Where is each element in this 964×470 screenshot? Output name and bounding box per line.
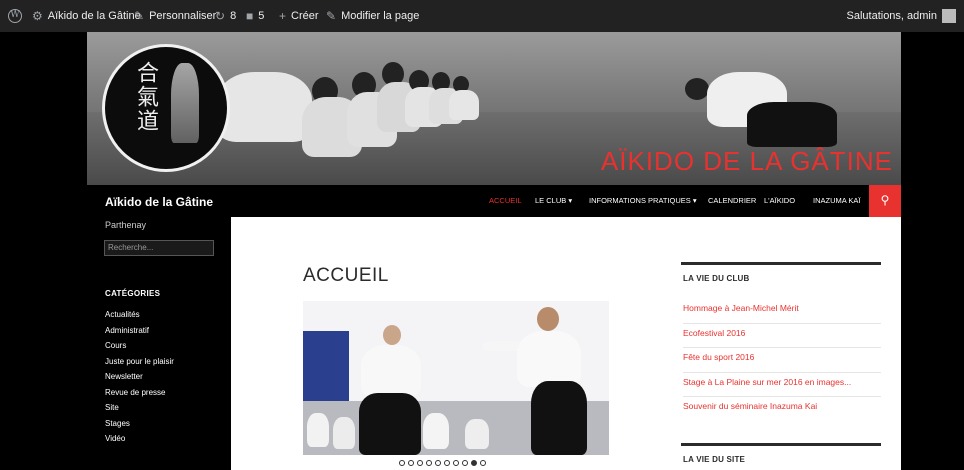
chevron-down-icon: ▾ xyxy=(568,196,573,205)
category-link[interactable]: Site xyxy=(105,400,174,416)
nav-item-calendrier[interactable]: CALENDRIER xyxy=(708,185,756,217)
dashboard-icon: ⚙ xyxy=(32,9,43,23)
pencil-icon: ✎ xyxy=(326,9,337,23)
widget-title-club: LA VIE DU CLUB xyxy=(683,274,750,283)
club-posts-list: Hommage à Jean-Michel Mérit Ecofestival … xyxy=(683,299,881,422)
slider-dot[interactable] xyxy=(471,460,477,466)
page-title: ACCUEIL xyxy=(303,265,389,286)
brush-icon: ✎ xyxy=(134,9,145,23)
new-label: Créer xyxy=(291,10,319,22)
category-link[interactable]: Administratif xyxy=(105,323,174,339)
slide-person xyxy=(361,345,421,397)
post-link[interactable]: Ecofestival 2016 xyxy=(683,324,881,348)
slide-spectator xyxy=(307,413,329,447)
slide-person xyxy=(517,331,581,387)
customize-label: Personnaliser xyxy=(149,10,217,22)
edit-label: Modifier la page xyxy=(341,10,420,22)
plus-icon: + xyxy=(279,9,287,23)
post-link[interactable]: Souvenir du séminaire Inazuma Kai xyxy=(683,397,881,422)
category-link[interactable]: Cours xyxy=(105,338,174,354)
header-title: AÏKIDO DE LA GÂTINE xyxy=(600,146,893,176)
wordpress-icon: W xyxy=(8,9,22,23)
nav-item-aikido[interactable]: L'AÏKIDO xyxy=(764,185,795,217)
adminbar-updates[interactable]: ↻ 8 xyxy=(215,0,236,32)
chevron-down-icon: ▾ xyxy=(692,196,697,205)
slider-dot[interactable] xyxy=(435,460,441,466)
slide-spectator xyxy=(333,417,355,449)
slider-dot[interactable] xyxy=(453,460,459,466)
widget-divider xyxy=(681,262,881,265)
category-link[interactable]: Stages xyxy=(105,416,174,432)
greeting-label: Salutations, admin xyxy=(846,10,938,22)
comment-icon: ■ xyxy=(246,9,254,23)
nav-label: LE CLUB xyxy=(535,196,567,205)
header-teacher-hakama xyxy=(747,102,837,147)
slide-person-hakama xyxy=(359,393,421,455)
adminbar-comments[interactable]: ■ 5 xyxy=(246,0,264,32)
slider-dot[interactable] xyxy=(408,460,414,466)
nav-label: L'AÏKIDO xyxy=(764,196,796,205)
slider-dot[interactable] xyxy=(417,460,423,466)
adminbar-edit-page[interactable]: ✎ Modifier la page xyxy=(326,0,419,32)
slider-pagination xyxy=(399,460,486,466)
nav-label: CALENDRIER xyxy=(708,196,757,205)
nav-item-le-club[interactable]: LE CLUB ▾ xyxy=(535,185,572,217)
admin-bar: W ⚙ Aïkido de la Gâtine ✎ Personnaliser … xyxy=(0,0,964,32)
search-toggle-button[interactable]: ⚲ xyxy=(869,185,901,217)
categories-list: Actualités Administratif Cours Juste pou… xyxy=(105,307,174,447)
category-link[interactable]: Newsletter xyxy=(105,369,174,385)
adminbar-account[interactable]: Salutations, admin xyxy=(846,0,956,32)
site-logo[interactable]: 合氣道 xyxy=(102,44,230,172)
search-icon: ⚲ xyxy=(880,193,890,207)
header-figure xyxy=(449,90,479,120)
adminbar-customize[interactable]: ✎ Personnaliser xyxy=(134,0,216,32)
category-link[interactable]: Juste pour le plaisir xyxy=(105,354,174,370)
header-banner[interactable]: 合氣道 AÏKIDO DE LA GÂTINE xyxy=(87,32,901,185)
slide-spectator xyxy=(465,419,489,449)
slider-dot[interactable] xyxy=(462,460,468,466)
adminbar-new[interactable]: + Créer xyxy=(279,0,319,32)
slide-spectator xyxy=(423,413,449,449)
nav-label: INAZUMA KAÏ xyxy=(813,196,861,205)
nav-item-accueil[interactable]: ACCUEIL xyxy=(489,185,522,217)
category-link[interactable]: Revue de presse xyxy=(105,385,174,401)
category-link[interactable]: Actualités xyxy=(105,307,174,323)
header-teacher-head xyxy=(685,78,709,100)
site-title[interactable]: Aïkido de la Gâtine xyxy=(105,195,213,209)
logo-figure xyxy=(171,63,199,143)
categories-title: CATÉGORIES xyxy=(105,289,161,298)
post-link[interactable]: Fête du sport 2016 xyxy=(683,348,881,373)
site-name-label: Aïkido de la Gâtine xyxy=(47,10,141,22)
slider-dot[interactable] xyxy=(444,460,450,466)
logo-kanji: 合氣道 xyxy=(133,61,158,133)
comments-count: 5 xyxy=(258,10,265,22)
post-link[interactable]: Stage à La Plaine sur mer 2016 en images… xyxy=(683,373,881,397)
slide-person-hakama xyxy=(531,381,587,455)
widget-divider xyxy=(681,443,881,446)
search-input[interactable]: Recherche... xyxy=(104,240,214,256)
nav-item-inazuma[interactable]: INAZUMA KAÏ xyxy=(813,185,861,217)
slide-person-head xyxy=(537,307,559,331)
slide-person-head xyxy=(383,325,401,345)
wordpress-menu[interactable]: W xyxy=(8,0,22,32)
post-link[interactable]: Hommage à Jean-Michel Mérit xyxy=(683,299,881,324)
nav-label: ACCUEIL xyxy=(489,196,522,205)
slider-dot[interactable] xyxy=(480,460,486,466)
nav-item-informations[interactable]: INFORMATIONS PRATIQUES ▾ xyxy=(589,185,697,217)
adminbar-site-name[interactable]: ⚙ Aïkido de la Gâtine xyxy=(32,0,141,32)
header-figure xyxy=(217,72,312,142)
site-tagline: Parthenay xyxy=(105,220,147,230)
slider-dot[interactable] xyxy=(399,460,405,466)
image-slider[interactable] xyxy=(303,301,609,455)
slider-dot[interactable] xyxy=(426,460,432,466)
widget-title-site: LA VIE DU SITE xyxy=(683,455,746,464)
avatar xyxy=(942,9,956,23)
updates-count: 8 xyxy=(230,10,237,22)
updates-icon: ↻ xyxy=(215,9,226,23)
nav-label: INFORMATIONS PRATIQUES xyxy=(589,196,691,205)
category-link[interactable]: Vidéo xyxy=(105,431,174,447)
